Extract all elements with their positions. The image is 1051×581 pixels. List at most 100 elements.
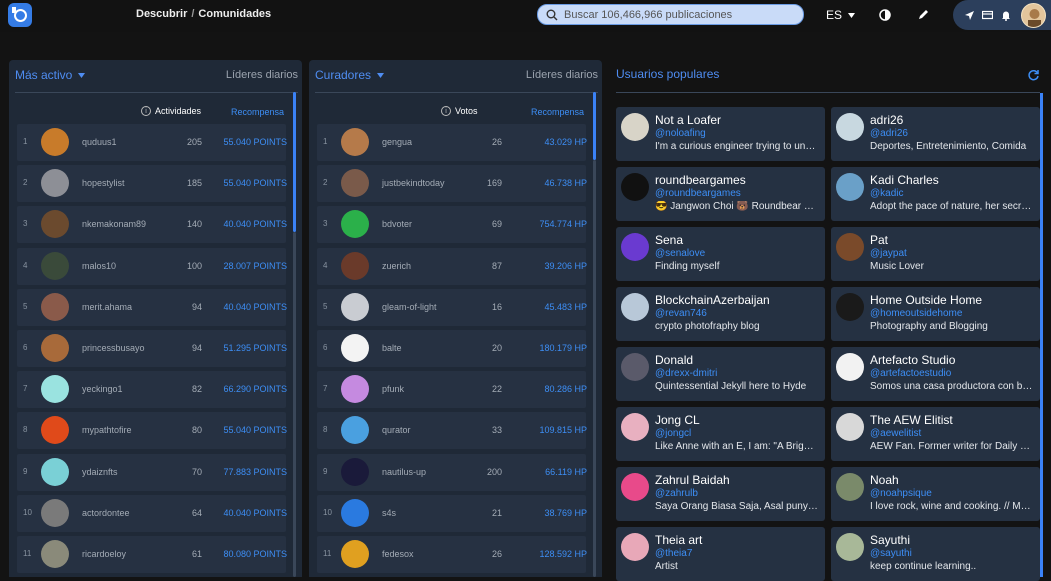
curators-dropdown[interactable]: Curadores xyxy=(315,68,385,82)
user-card[interactable]: Sayuthi @sayuthi keep continue learning.. xyxy=(831,527,1040,581)
info-icon[interactable]: i xyxy=(441,106,451,116)
theme-toggle-icon[interactable] xyxy=(877,7,893,23)
username[interactable]: hopestylist xyxy=(82,178,125,188)
avatar[interactable] xyxy=(621,173,649,201)
leaderboard-row[interactable]: 1 quduus1 205 55.040 POINTS xyxy=(17,124,287,161)
avatar[interactable] xyxy=(836,173,864,201)
page-scrollbar[interactable] xyxy=(1040,93,1043,577)
avatar[interactable] xyxy=(41,333,69,362)
username[interactable]: s4s xyxy=(382,508,396,518)
leaderboard-row[interactable]: 3 nkemakonam89 140 40.040 POINTS xyxy=(17,206,287,244)
leaderboard-row[interactable]: 1 gengua 26 43.029 HP xyxy=(317,124,587,161)
user-card[interactable]: Sena @senalove Finding myself xyxy=(616,227,825,281)
user-card[interactable]: BlockchainAzerbaijan @revan746 crypto phot… xyxy=(616,287,825,341)
user-display-name[interactable]: Sena xyxy=(655,233,683,247)
avatar[interactable] xyxy=(341,169,369,198)
avatar[interactable] xyxy=(41,539,69,568)
username[interactable]: balte xyxy=(382,343,402,353)
leaderboard-row[interactable]: 9 nautilus-up 200 66.119 HP xyxy=(317,453,587,491)
username[interactable]: mypathtofire xyxy=(82,425,132,435)
avatar[interactable] xyxy=(621,413,649,441)
user-card[interactable]: Noah @noahpsique I love rock, wine and coo… xyxy=(831,467,1040,521)
user-handle[interactable]: @jongcl xyxy=(655,428,691,439)
user-display-name[interactable]: Donald xyxy=(655,353,693,367)
leaderboard-row[interactable]: 6 princessbusayo 94 51.295 POINTS xyxy=(17,329,287,367)
leaderboard-row[interactable]: 4 zuerich 87 39.206 HP xyxy=(317,247,587,285)
search-input[interactable] xyxy=(564,8,794,21)
scroll-track[interactable] xyxy=(293,232,296,577)
avatar[interactable] xyxy=(341,457,369,486)
username[interactable]: quduus1 xyxy=(82,137,117,147)
username[interactable]: qurator xyxy=(382,425,411,435)
search-box[interactable] xyxy=(537,4,804,25)
avatar[interactable] xyxy=(41,128,69,156)
username[interactable]: zuerich xyxy=(382,261,411,271)
refresh-icon[interactable] xyxy=(1027,69,1040,82)
user-display-name[interactable]: Sayuthi xyxy=(870,533,910,547)
period-label[interactable]: Líderes diarios xyxy=(226,69,298,81)
scrollbar[interactable] xyxy=(593,92,596,160)
avatar[interactable] xyxy=(836,473,864,501)
user-handle[interactable]: @homeoutsidehome xyxy=(870,308,962,319)
avatar[interactable] xyxy=(341,416,369,445)
username[interactable]: ydaiznfts xyxy=(82,467,118,477)
leaderboard-row[interactable]: 11 ricardoeloy 61 80.080 POINTS xyxy=(17,535,287,573)
avatar[interactable] xyxy=(836,113,864,141)
username[interactable]: malos10 xyxy=(82,261,116,271)
username[interactable]: gleam-of-light xyxy=(382,302,437,312)
avatar[interactable] xyxy=(41,457,69,486)
avatar[interactable] xyxy=(341,292,369,321)
breadcrumb-communities[interactable]: Comunidades xyxy=(198,8,271,20)
leaderboard-row[interactable]: 5 merit.ahama 94 40.040 POINTS xyxy=(17,288,287,326)
user-handle[interactable]: @zahrulb xyxy=(655,488,698,499)
username[interactable]: nkemakonam89 xyxy=(82,219,146,229)
avatar[interactable] xyxy=(621,473,649,501)
avatar[interactable] xyxy=(621,113,649,141)
pencil-icon[interactable] xyxy=(915,7,931,23)
user-card[interactable]: roundbeargames @roundbeargames 😎 Jangwon C… xyxy=(616,167,825,221)
user-display-name[interactable]: Jong CL xyxy=(655,413,700,427)
user-handle[interactable]: @kadic xyxy=(870,188,904,199)
user-display-name[interactable]: adri26 xyxy=(870,113,903,127)
scroll-track[interactable] xyxy=(593,160,596,577)
user-handle[interactable]: @revan746 xyxy=(655,308,707,319)
avatar[interactable] xyxy=(41,498,69,527)
user-handle[interactable]: @sayuthi xyxy=(870,548,912,559)
leaderboard-row[interactable]: 2 hopestylist 185 55.040 POINTS xyxy=(17,165,287,203)
user-card[interactable]: Theia art @theia7 Artist xyxy=(616,527,825,581)
username[interactable]: merit.ahama xyxy=(82,302,132,312)
user-display-name[interactable]: Home Outside Home xyxy=(870,293,982,307)
user-handle[interactable]: @theia7 xyxy=(655,548,692,559)
user-handle[interactable]: @noahpsique xyxy=(870,488,932,499)
avatar[interactable] xyxy=(41,416,69,445)
username[interactable]: bdvoter xyxy=(382,219,412,229)
leaderboard-row[interactable]: 8 qurator 33 109.815 HP xyxy=(317,412,587,450)
avatar[interactable] xyxy=(621,533,649,561)
user-display-name[interactable]: roundbeargames xyxy=(655,173,746,187)
user-card[interactable]: adri26 @adri26 Deportes, Entretenimiento, … xyxy=(831,107,1040,161)
avatar[interactable] xyxy=(341,251,369,280)
user-card[interactable]: Home Outside Home @homeoutsidehome Photogr… xyxy=(831,287,1040,341)
avatar[interactable] xyxy=(836,293,864,321)
user-display-name[interactable]: Kadi Charles xyxy=(870,173,939,187)
avatar[interactable] xyxy=(341,375,369,404)
user-handle[interactable]: @roundbeargames xyxy=(655,188,741,199)
leaderboard-row[interactable]: 7 yeckingo1 82 66.290 POINTS xyxy=(17,371,287,409)
avatar[interactable] xyxy=(41,251,69,280)
breadcrumb-discover[interactable]: Descubrir xyxy=(136,8,187,20)
most-active-dropdown[interactable]: Más activo xyxy=(15,68,86,82)
leaderboard-row[interactable]: 7 pfunk 22 80.286 HP xyxy=(317,371,587,409)
username[interactable]: gengua xyxy=(382,137,412,147)
avatar[interactable] xyxy=(341,128,369,156)
avatar[interactable] xyxy=(41,375,69,404)
wallet-icon[interactable] xyxy=(979,7,995,23)
avatar[interactable] xyxy=(836,353,864,381)
user-handle[interactable]: @jaypat xyxy=(870,248,907,259)
user-display-name[interactable]: BlockchainAzerbaijan xyxy=(655,293,770,307)
user-handle[interactable]: @senalove xyxy=(655,248,705,259)
avatar[interactable] xyxy=(836,413,864,441)
user-handle[interactable]: @noloafing xyxy=(655,128,706,139)
user-handle[interactable]: @adri26 xyxy=(870,128,908,139)
avatar[interactable] xyxy=(341,333,369,362)
app-logo[interactable] xyxy=(8,3,32,27)
